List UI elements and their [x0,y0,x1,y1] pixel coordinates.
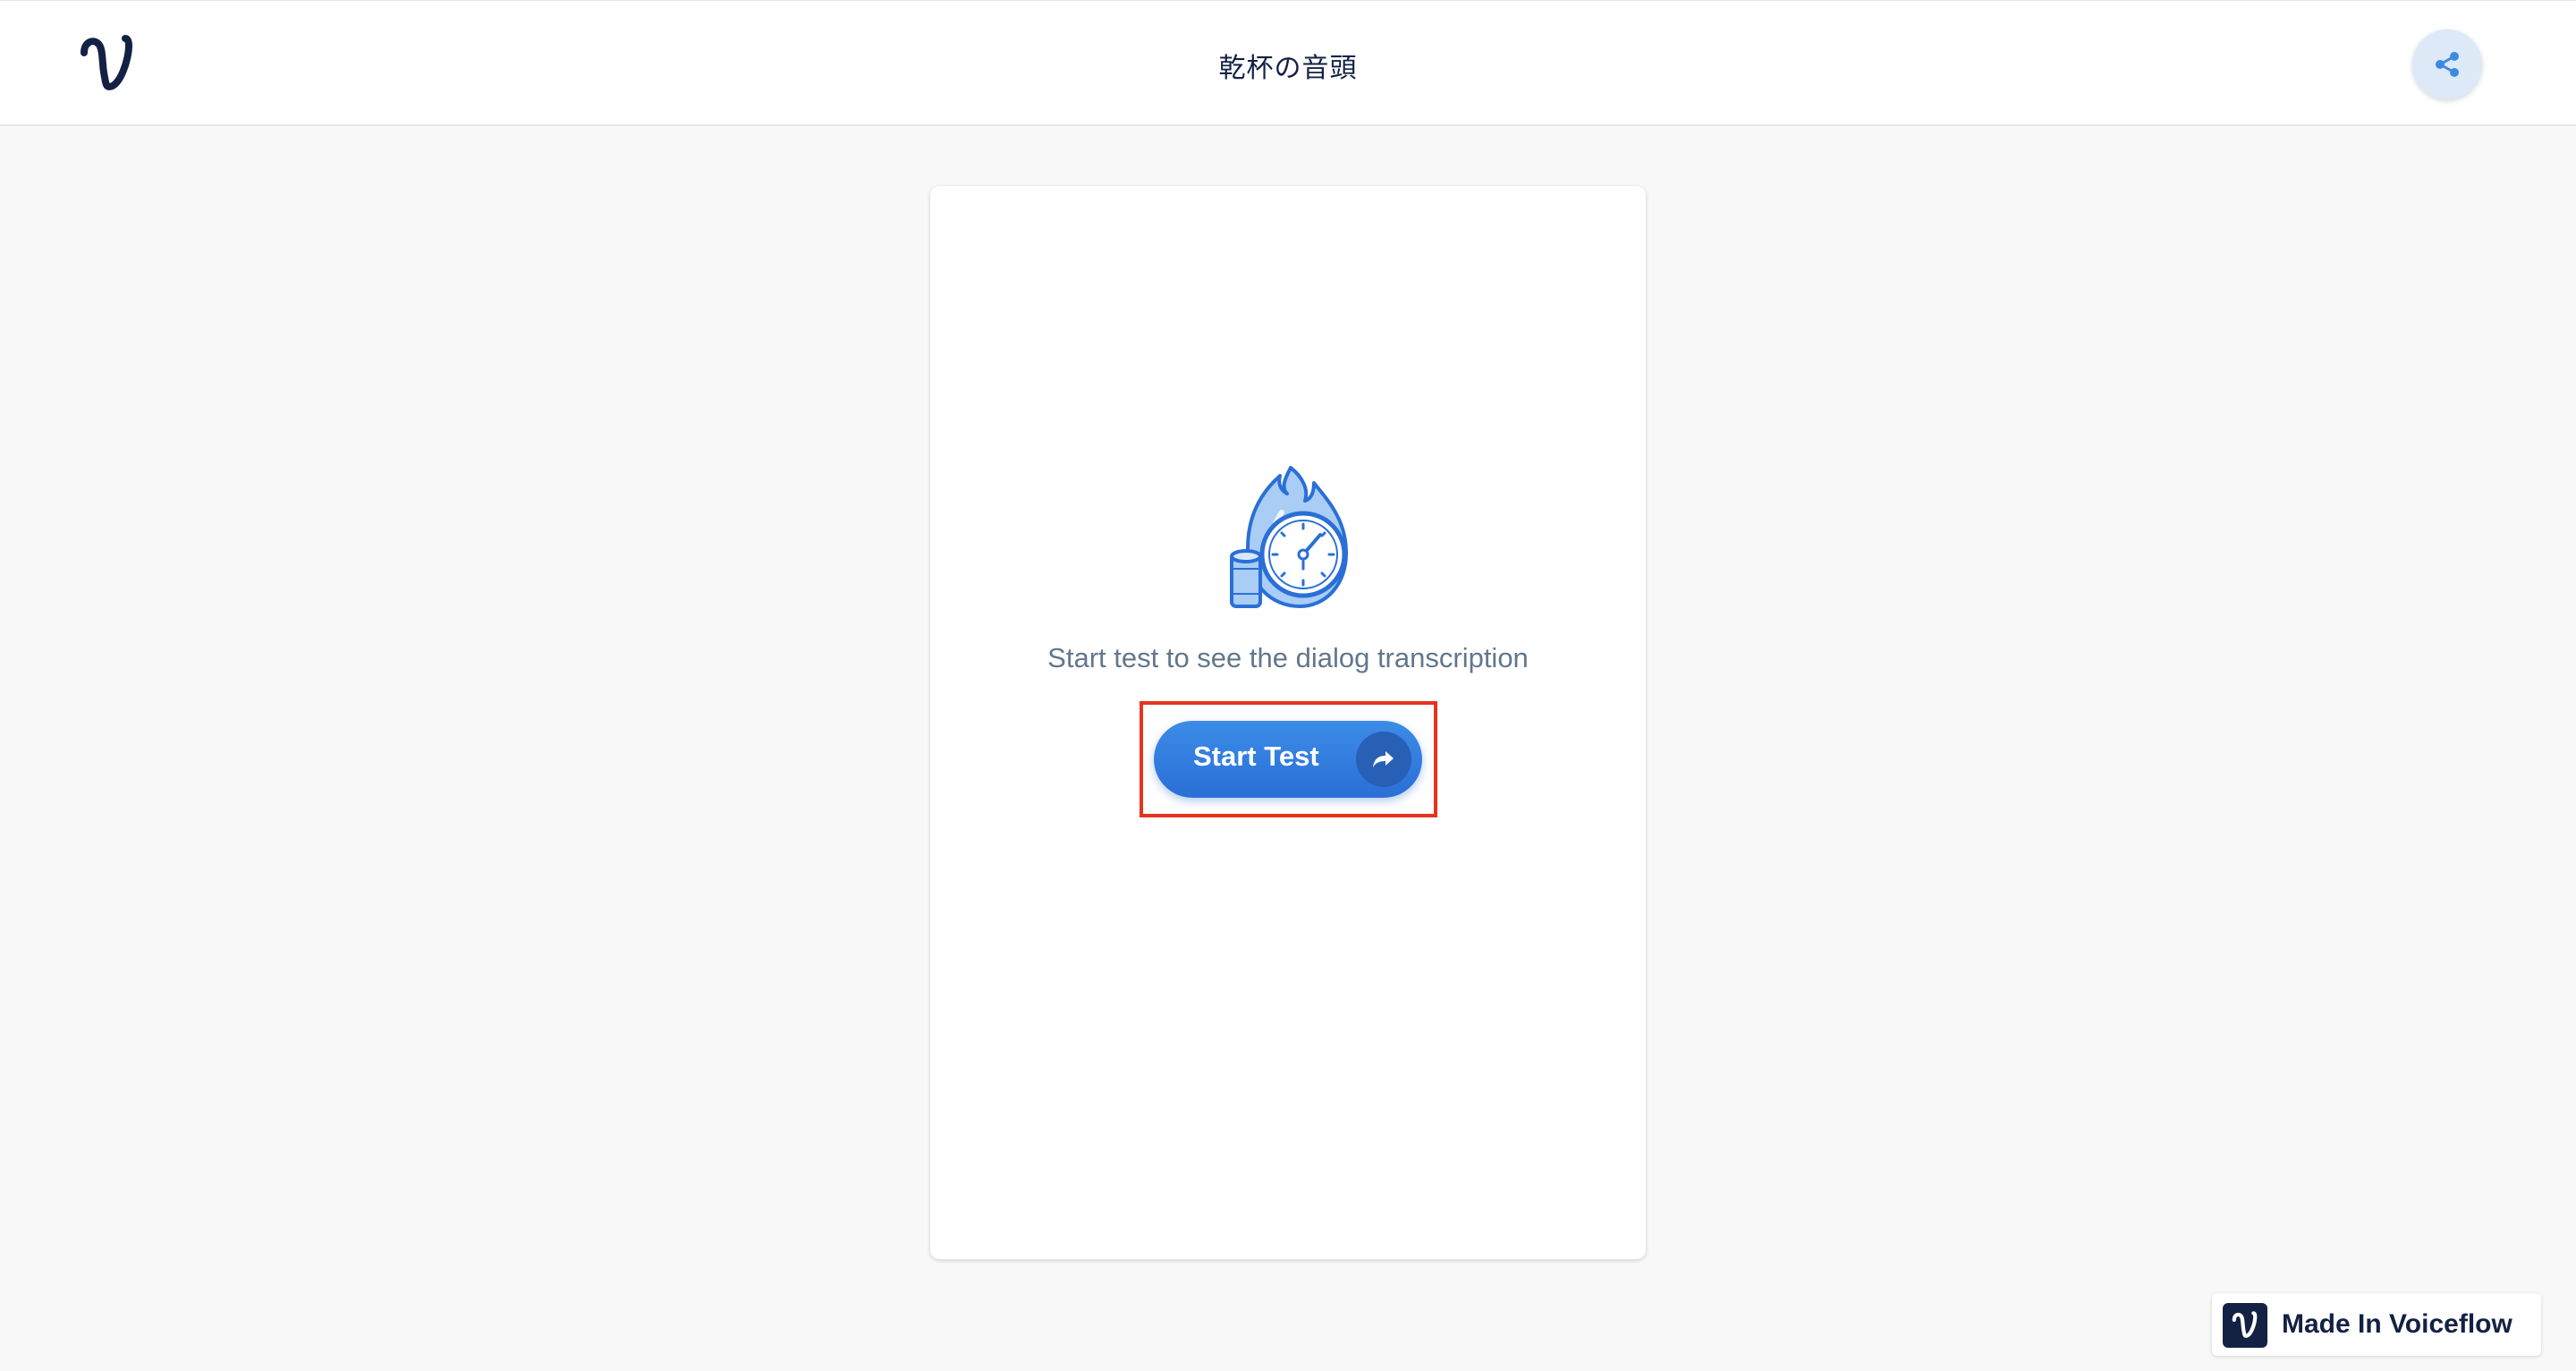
share-arrow-icon [1356,732,1411,787]
top-bar: 乾杯の音頭 [0,0,2576,126]
start-test-button[interactable]: Start Test [1154,721,1422,798]
voiceflow-logo-icon [2223,1303,2267,1348]
share-icon [2436,52,2459,77]
share-button[interactable] [2412,30,2482,99]
made-in-voiceflow-label: Made In Voiceflow [2282,1309,2512,1339]
page-title: 乾杯の音頭 [1218,54,1358,83]
start-test-label: Start Test [1193,741,1319,772]
transcription-hint: Start test to see the dialog transcripti… [1047,642,1529,673]
flame-stopwatch-speaker-icon [1228,463,1353,615]
made-in-voiceflow-badge[interactable]: Made In Voiceflow [2212,1293,2541,1356]
